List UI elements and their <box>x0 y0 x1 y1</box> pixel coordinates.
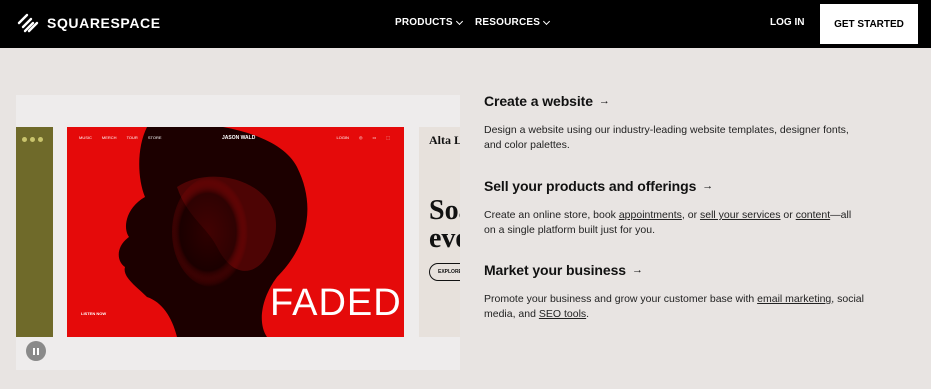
template-nav-item: TOUR <box>126 135 138 140</box>
template-listen-link: LISTEN NOW <box>81 311 107 316</box>
feature-description: Promote your business and grow your cust… <box>484 292 864 321</box>
carousel-slide-next[interactable]: Alta Lo Soa eve EXPLORE <box>419 127 460 337</box>
arrow-right-icon: → <box>598 95 610 107</box>
nav-resources-menu[interactable]: RESOURCES <box>475 17 551 28</box>
feature-title-link[interactable]: Market your business → <box>484 262 864 278</box>
cart-icon: ⬚ <box>386 135 390 140</box>
instagram-icon: ◎ <box>358 135 363 140</box>
carousel-slide-previous[interactable] <box>16 127 53 337</box>
feature-title-link[interactable]: Sell your products and offerings → <box>484 178 864 194</box>
carousel-slide-current[interactable]: MUSIC MERCH TOUR STORE JASON WALD LOGIN … <box>67 127 404 337</box>
squarespace-logo-icon <box>17 13 39 33</box>
template-carousel: MUSIC MERCH TOUR STORE JASON WALD LOGIN … <box>16 95 460 370</box>
template-nav-item: MUSIC <box>79 135 92 140</box>
description-text: Create an online store, book <box>484 209 619 221</box>
top-nav: SQUARESPACE PRODUCTS RESOURCES LOG IN GE… <box>0 0 931 48</box>
template-nav-item: STORE <box>147 135 162 140</box>
description-text: , or <box>681 209 700 221</box>
inline-link[interactable]: sell your services <box>700 209 781 221</box>
description-text: . <box>586 307 590 320</box>
template-headline: Soa eve <box>429 195 460 254</box>
template-headline: FADED <box>270 282 402 324</box>
inline-link[interactable]: SEO tools <box>539 308 586 320</box>
youtube-icon: ▭ <box>372 135 377 140</box>
arrow-right-icon: → <box>702 180 714 192</box>
inline-link[interactable]: email marketing <box>757 293 831 305</box>
feature-sell-products: Sell your products and offerings → Create… <box>484 178 864 237</box>
template-nav-item: LOGIN <box>336 135 349 140</box>
chevron-down-icon <box>543 17 551 25</box>
template-site-name: JASON WALD <box>222 135 256 141</box>
pause-button[interactable] <box>26 341 46 361</box>
nav-resources-label: RESOURCES <box>475 17 541 28</box>
description-text: or <box>780 209 796 221</box>
nav-products-menu[interactable]: PRODUCTS <box>395 17 463 28</box>
template-nav-item: MERCH <box>101 135 117 140</box>
template-nav-right: LOGIN ◎ ▭ ⬚ <box>336 135 390 140</box>
feature-create-website: Create a website → Design a website using… <box>484 93 864 152</box>
inline-link[interactable]: appointments <box>619 209 682 221</box>
template-title: Alta Lo <box>429 133 460 147</box>
social-icons <box>22 137 43 142</box>
logo[interactable]: SQUARESPACE <box>16 12 161 34</box>
feature-title-link[interactable]: Create a website → <box>484 93 864 109</box>
feature-description: Design a website using our industry-lead… <box>484 123 864 152</box>
inline-link[interactable]: content <box>796 209 830 221</box>
pause-icon <box>33 347 35 355</box>
feature-description: Create an online store, book appointment… <box>484 208 864 237</box>
nav-products-label: PRODUCTS <box>395 17 453 28</box>
feature-market-business: Market your business → Promote your busin… <box>484 262 864 321</box>
login-link[interactable]: LOG IN <box>770 17 804 28</box>
template-nav: MUSIC MERCH TOUR STORE <box>79 135 162 140</box>
description-text: Design a website using our industry-lead… <box>484 124 849 151</box>
chevron-down-icon <box>455 17 463 25</box>
logo-text: SQUARESPACE <box>47 15 161 31</box>
arrow-right-icon: → <box>631 264 643 276</box>
description-text: Promote your business and grow your cust… <box>484 293 758 305</box>
template-explore-button: EXPLORE <box>429 263 460 281</box>
get-started-button[interactable]: GET STARTED <box>820 4 918 44</box>
